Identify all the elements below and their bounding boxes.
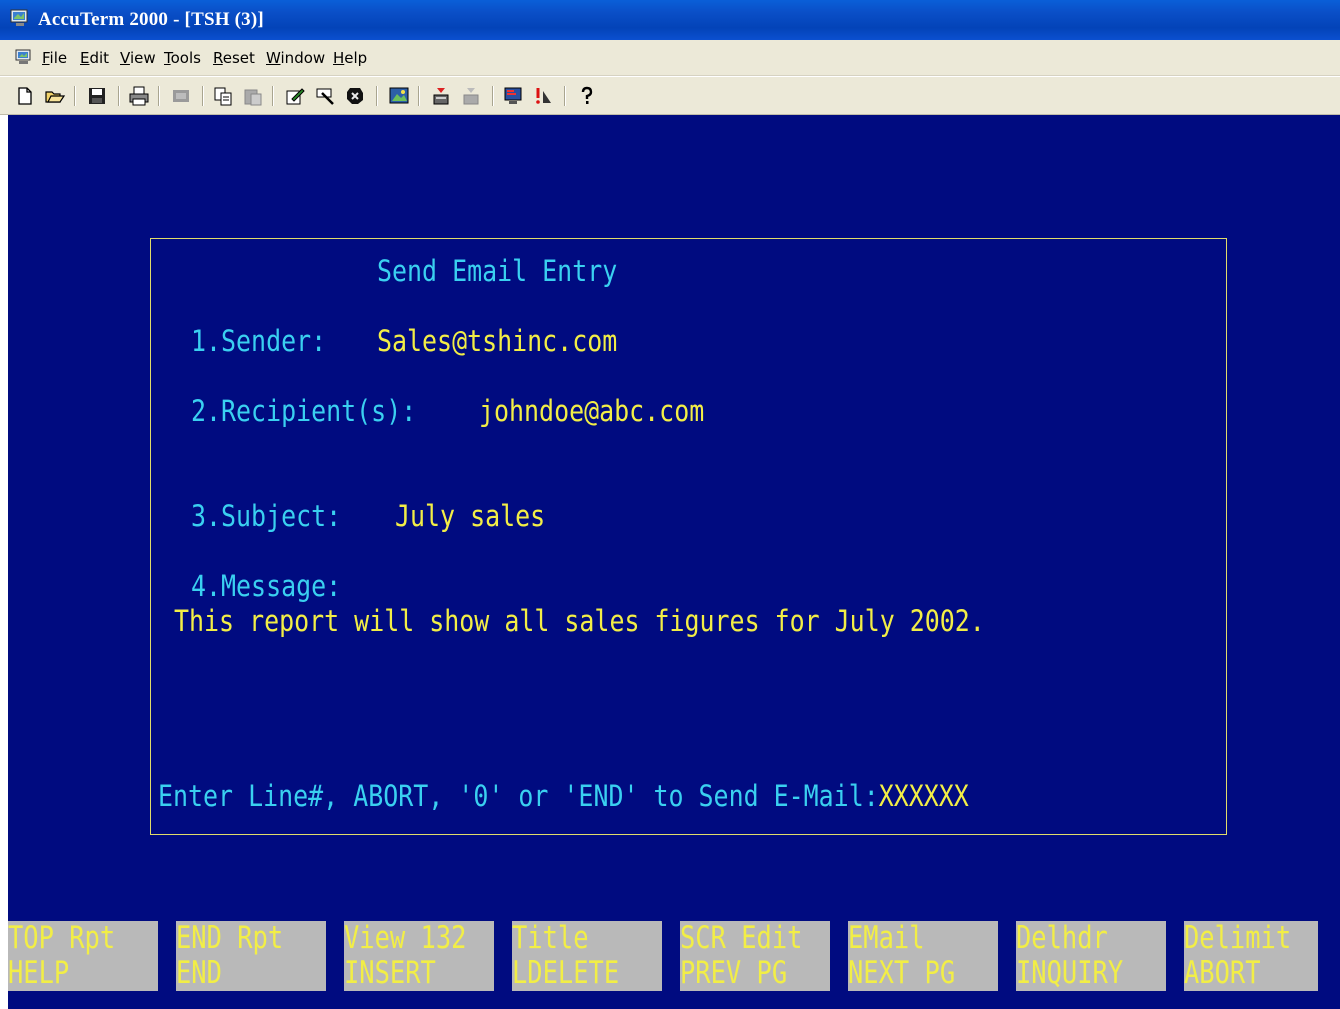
fkey-4-top: Title	[512, 920, 589, 956]
form-title: Send Email Entry	[377, 254, 618, 288]
menu-view[interactable]: View	[120, 49, 156, 67]
sender-value: Sales@tshinc.com	[377, 324, 618, 358]
menu-file[interactable]: File	[42, 49, 67, 67]
image-icon[interactable]	[388, 85, 410, 107]
open-icon[interactable]	[44, 85, 66, 107]
fkey-2-bottom: END	[176, 955, 222, 991]
fkey-6[interactable]: EMail NEXT PG	[848, 921, 998, 991]
command-prompt: Enter Line#, ABORT, '0' or 'END' to Send…	[158, 779, 969, 813]
toolbar	[0, 77, 1340, 115]
message-value: This report will show all sales figures …	[174, 604, 985, 638]
menu-tools[interactable]: Tools	[164, 49, 201, 67]
subject-value: July sales	[395, 499, 546, 533]
fkey-7[interactable]: Delhdr INQUIRY	[1016, 921, 1166, 991]
stop-icon[interactable]	[344, 85, 366, 107]
recipient-value: johndoe@abc.com	[479, 394, 705, 428]
command-prompt-text: Enter Line#, ABORT, '0' or 'END' to Send…	[158, 779, 879, 813]
fkey-6-bottom: NEXT PG	[848, 955, 956, 991]
help-icon[interactable]	[576, 85, 598, 107]
disabled-icon	[170, 85, 192, 107]
monitor-icon[interactable]	[502, 85, 524, 107]
recipient-label: 2.Recipient(s):	[191, 394, 417, 428]
fkey-1-bottom: HELP	[8, 955, 70, 991]
fkey-6-top: EMail	[848, 920, 925, 956]
fkey-3-bottom: INSERT	[344, 955, 436, 991]
window-title: AccuTerm 2000 - [TSH (3)]	[38, 9, 264, 30]
menu-edit[interactable]: Edit	[80, 49, 109, 67]
fkey-4-bottom: LDELETE	[512, 955, 620, 991]
fkey-8-bottom: ABORT	[1184, 955, 1261, 991]
alert-icon[interactable]	[532, 85, 554, 107]
paste-icon	[242, 85, 264, 107]
edit-icon[interactable]	[284, 85, 306, 107]
fkey-8[interactable]: Delimit ABORT	[1184, 921, 1318, 991]
document-system-icon[interactable]	[14, 47, 34, 67]
terminal-screen[interactable]: Send Email Entry 1.Sender: Sales@tshinc.…	[8, 115, 1340, 1009]
menu-reset[interactable]: Reset	[213, 49, 255, 67]
menu-bar: File Edit View Tools Reset Window Help	[0, 40, 1340, 76]
fkey-2[interactable]: END Rpt END	[176, 921, 326, 991]
new-icon[interactable]	[14, 85, 36, 107]
fkey-3[interactable]: View 132 INSERT	[344, 921, 494, 991]
fkey-7-bottom: INQUIRY	[1016, 955, 1124, 991]
sender-label: 1.Sender:	[191, 324, 327, 358]
upload-icon[interactable]	[430, 85, 452, 107]
print-icon[interactable]	[128, 85, 150, 107]
title-bar: AccuTerm 2000 - [TSH (3)]	[0, 0, 1340, 40]
fkey-8-top: Delimit	[1184, 920, 1292, 956]
save-icon[interactable]	[86, 85, 108, 107]
fkey-1[interactable]: TOP Rpt HELP	[8, 921, 158, 991]
fkey-5-bottom: PREV PG	[680, 955, 788, 991]
copy-icon[interactable]	[212, 85, 234, 107]
fkey-5[interactable]: SCR Edit PREV PG	[680, 921, 830, 991]
fkey-2-top: END Rpt	[176, 920, 284, 956]
fkey-3-top: View 132	[344, 920, 467, 956]
menu-help[interactable]: Help	[333, 49, 367, 67]
fkey-4[interactable]: Title LDELETE	[512, 921, 662, 991]
function-key-bar: TOP Rpt HELP END Rpt END View 132 INSERT…	[8, 921, 1340, 991]
fkey-5-top: SCR Edit	[680, 920, 803, 956]
download-icon	[460, 85, 482, 107]
fkey-1-top: TOP Rpt	[8, 920, 116, 956]
menu-window[interactable]: Window	[266, 49, 325, 67]
message-label: 4.Message:	[191, 569, 342, 603]
subject-label: 3.Subject:	[191, 499, 342, 533]
accuterm-app-icon[interactable]	[10, 9, 30, 27]
find-icon[interactable]	[314, 85, 336, 107]
fkey-7-top: Delhdr	[1016, 920, 1108, 956]
command-input[interactable]: XXXXXX	[879, 779, 969, 813]
